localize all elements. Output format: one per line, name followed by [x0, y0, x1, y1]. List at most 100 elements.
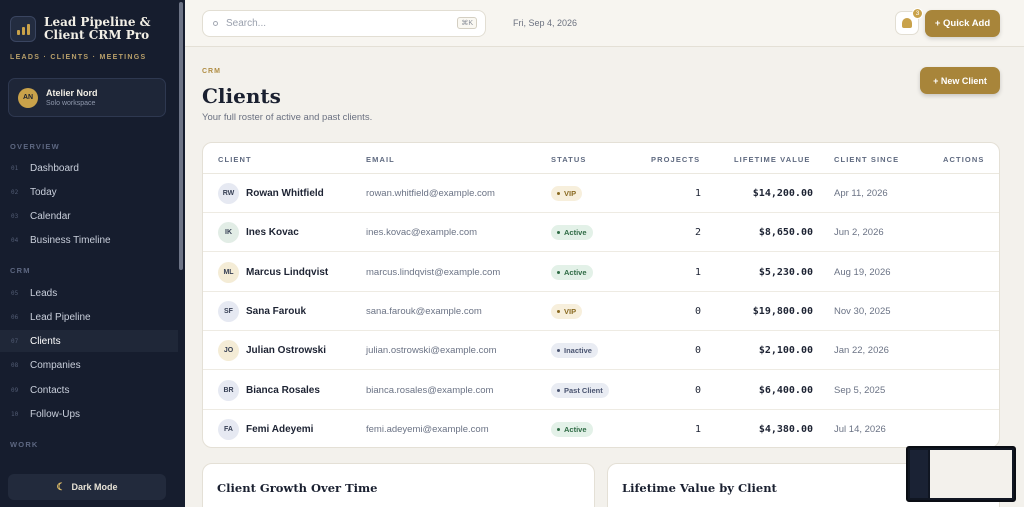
lifetime-value: $4,380.00	[758, 423, 813, 435]
client-since-date: Sep 5, 2025	[834, 384, 886, 396]
client-name[interactable]: Ines Kovac	[246, 227, 299, 238]
status-dot-icon	[557, 192, 560, 195]
page-subtitle: Your full roster of active and past clie…	[202, 112, 373, 123]
client-email[interactable]: rowan.whitfield@example.com	[366, 188, 495, 199]
app-subtitle: LEADS · CLIENTS · MEETINGS	[10, 54, 147, 61]
column-header-client[interactable]: CLIENT	[218, 155, 252, 164]
nav-number: 09	[11, 386, 19, 394]
nav-number: 05	[11, 289, 19, 297]
column-header-email[interactable]: EMAIL	[366, 155, 395, 164]
sidebar-item-label: Dashboard	[30, 162, 79, 174]
bell-icon	[902, 18, 912, 28]
lifetime-value: $8,650.00	[758, 227, 813, 239]
nav-section-overview: OVERVIEW	[10, 142, 60, 151]
sidebar-item-label: Calendar	[30, 210, 71, 222]
status-label: Past Client	[564, 385, 603, 395]
search-input[interactable]: Search... ⌘K	[202, 10, 486, 37]
sidebar-item-label: Leads	[30, 287, 58, 299]
screen-preview-thumbnail[interactable]	[906, 446, 1016, 502]
sidebar-item-lead-pipeline[interactable]: 06 Lead Pipeline	[0, 306, 178, 328]
clients-table: CLIENT EMAIL STATUS PROJECTS LIFETIME VA…	[202, 142, 1000, 448]
sidebar-item-label: Lead Pipeline	[30, 311, 91, 323]
sidebar-item-business-timeline[interactable]: 04 Business Timeline	[0, 229, 178, 251]
sidebar-item-calendar[interactable]: 03 Calendar	[0, 205, 178, 227]
table-row[interactable]: FA Femi Adeyemi femi.adeyemi@example.com Ac…	[203, 410, 999, 447]
nav-number: 06	[11, 313, 19, 321]
client-name[interactable]: Femi Adeyemi	[246, 424, 313, 435]
client-name[interactable]: Sana Farouk	[246, 306, 306, 317]
avatar: JO	[218, 340, 239, 362]
nav-number: 10	[11, 410, 19, 418]
sidebar-item-companies[interactable]: 08 Companies	[0, 354, 178, 376]
client-email[interactable]: sana.farouk@example.com	[366, 306, 482, 317]
client-name[interactable]: Bianca Rosales	[246, 385, 320, 396]
status-badge: Past Client	[551, 382, 609, 398]
app-title: Lead Pipeline & Client CRM Pro	[44, 15, 151, 42]
sidebar-item-dashboard[interactable]: 01 Dashboard	[0, 157, 178, 179]
table-row[interactable]: IK Ines Kovac ines.kovac@example.com Active…	[203, 213, 999, 253]
new-client-button[interactable]: + New Client	[920, 67, 1000, 94]
status-label: VIP	[564, 189, 577, 198]
sidebar-item-label: Contacts	[30, 384, 70, 396]
sidebar: Lead Pipeline & Client CRM Pro LEADS · C…	[0, 0, 185, 507]
nav-section-crm: CRM	[10, 266, 31, 275]
sidebar-item-follow-ups[interactable]: 10 Follow-Ups	[0, 403, 178, 425]
sidebar-item-leads[interactable]: 05 Leads	[0, 282, 178, 304]
avatar: AN	[18, 87, 38, 108]
client-email[interactable]: bianca.rosales@example.com	[366, 385, 493, 396]
column-header-lifetime-value[interactable]: LIFETIME VALUE	[734, 155, 811, 164]
client-since-date: Jan 22, 2026	[834, 345, 889, 357]
client-name[interactable]: Rowan Whitfield	[246, 188, 324, 199]
client-email[interactable]: julian.ostrowski@example.com	[366, 345, 497, 356]
sidebar-item-contacts[interactable]: 09 Contacts	[0, 379, 178, 401]
column-header-projects[interactable]: PROJECTS	[651, 155, 700, 164]
sidebar-item-clients[interactable]: 07 Clients	[0, 330, 178, 352]
table-row[interactable]: ML Marcus Lindqvist marcus.lindqvist@examp…	[203, 253, 999, 292]
project-count: 1	[694, 188, 701, 199]
avatar: ML	[218, 261, 239, 283]
table-row[interactable]: RW Rowan Whitfield rowan.whitfield@example…	[203, 174, 999, 213]
sidebar-scrollbar[interactable]	[179, 2, 183, 270]
table-row[interactable]: JO Julian Ostrowski julian.ostrowski@examp…	[203, 331, 999, 371]
status-dot-icon	[557, 388, 560, 392]
project-count: 0	[694, 345, 701, 357]
project-count: 1	[694, 423, 701, 435]
lifetime-value: $2,100.00	[758, 345, 813, 357]
quick-add-button[interactable]: + Quick Add	[925, 10, 1000, 37]
dark-mode-label: Dark Mode	[71, 482, 118, 492]
workspace-switcher[interactable]: AN Atelier Nord Solo workspace	[8, 78, 166, 117]
project-count: 0	[694, 305, 701, 317]
client-email[interactable]: ines.kovac@example.com	[366, 227, 477, 238]
status-badge: VIP	[551, 186, 583, 201]
client-name[interactable]: Julian Ostrowski	[246, 345, 326, 356]
table-row[interactable]: BR Bianca Rosales bianca.rosales@example.c…	[203, 371, 999, 410]
status-badge: Active	[551, 225, 593, 241]
logo-bars-icon	[10, 16, 36, 42]
client-name[interactable]: Marcus Lindqvist	[246, 267, 328, 278]
table-header: CLIENT EMAIL STATUS PROJECTS LIFETIME VA…	[203, 143, 999, 174]
avatar: SF	[218, 300, 239, 322]
sidebar-item-label: Clients	[30, 335, 61, 347]
sidebar-item-today[interactable]: 02 Today	[0, 181, 178, 203]
nav-number: 01	[11, 164, 19, 172]
status-dot-icon	[557, 427, 560, 431]
client-email[interactable]: femi.adeyemi@example.com	[366, 424, 489, 435]
brand[interactable]: Lead Pipeline & Client CRM Pro	[10, 16, 169, 42]
column-header-client-since[interactable]: CLIENT SINCE	[834, 155, 899, 164]
table-row[interactable]: SF Sana Farouk sana.farouk@example.com VIP 0…	[203, 292, 999, 331]
lifetime-value: $5,230.00	[758, 266, 813, 278]
dark-mode-toggle[interactable]: ☾ Dark Mode	[8, 474, 166, 500]
status-label: Active	[564, 228, 587, 238]
column-header-status[interactable]: STATUS	[551, 155, 587, 164]
client-email[interactable]: marcus.lindqvist@example.com	[366, 267, 500, 278]
notifications-button[interactable]: 3	[895, 8, 923, 35]
search-placeholder: Search...	[226, 18, 267, 29]
card-title: Client Growth Over Time	[217, 481, 378, 495]
column-header-actions: ACTIONS	[943, 155, 985, 164]
client-growth-card: Client Growth Over Time	[202, 463, 595, 507]
sidebar-item-label: Today	[30, 186, 57, 198]
status-label: Inactive	[564, 346, 592, 356]
moon-icon: ☾	[56, 481, 66, 493]
status-badge: Active	[551, 421, 593, 437]
avatar: RW	[218, 183, 239, 204]
